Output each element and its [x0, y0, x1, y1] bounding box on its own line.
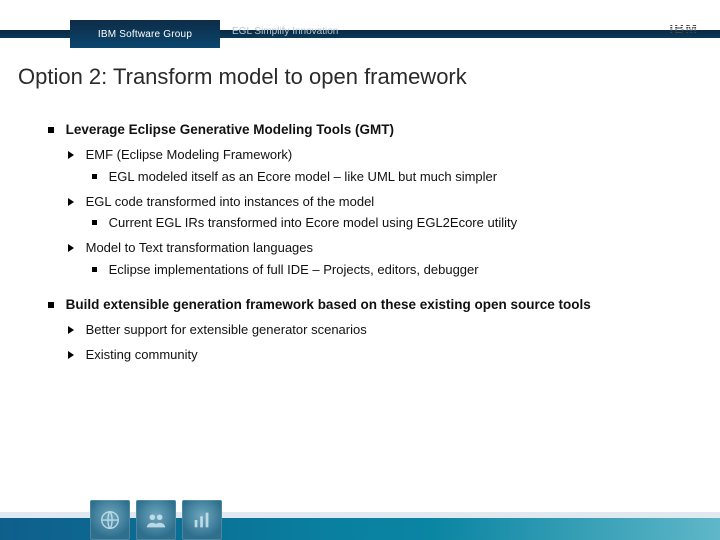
bullet-l2-text: Model to Text transformation languages	[86, 240, 313, 255]
bullet-l3: Current EGL IRs transformed into Ecore m…	[92, 214, 680, 233]
square-bullet-icon	[92, 220, 97, 225]
bullet-l2: EMF (Eclipse Modeling Framework)	[68, 146, 680, 165]
arrow-bullet-icon	[68, 198, 74, 206]
bullet-l2: Existing community	[68, 346, 680, 365]
ibm-logo: IBM	[669, 20, 698, 36]
arrow-bullet-icon	[68, 151, 74, 159]
bullet-l2: Better support for extensible generator …	[68, 321, 680, 340]
bullet-l1: Build extensible generation framework ba…	[48, 295, 680, 315]
header-bar: IBM Software Group EGL Simplify Innovati…	[0, 20, 720, 48]
bullet-l3: Eclipse implementations of full IDE – Pr…	[92, 261, 680, 280]
bullet-l2-text: EMF (Eclipse Modeling Framework)	[86, 147, 293, 162]
bullet-l2: EGL code transformed into instances of t…	[68, 193, 680, 212]
header-subtitle: EGL Simplify Innovation	[232, 26, 338, 37]
slide-content: Leverage Eclipse Generative Modeling Too…	[48, 120, 680, 367]
footer-tile-globe-icon	[90, 500, 130, 540]
bullet-l1-text: Leverage Eclipse Generative Modeling Too…	[66, 122, 394, 137]
square-bullet-icon	[48, 302, 54, 308]
bullet-l2-text: Existing community	[86, 347, 198, 362]
square-bullet-icon	[48, 127, 54, 133]
bullet-l2-text: EGL code transformed into instances of t…	[86, 194, 375, 209]
bullet-l3: EGL modeled itself as an Ecore model – l…	[92, 168, 680, 187]
slide-title: Option 2: Transform model to open framew…	[18, 64, 467, 90]
footer-tile-people-icon	[136, 500, 176, 540]
slide: IBM Software Group EGL Simplify Innovati…	[0, 0, 720, 540]
bullet-l1: Leverage Eclipse Generative Modeling Too…	[48, 120, 680, 140]
square-bullet-icon	[92, 174, 97, 179]
header-group-label: IBM Software Group	[98, 29, 192, 40]
bullet-l3-text: Eclipse implementations of full IDE – Pr…	[109, 262, 479, 277]
footer-tiles	[90, 500, 222, 540]
arrow-bullet-icon	[68, 351, 74, 359]
footer-tile-chart-icon	[182, 500, 222, 540]
arrow-bullet-icon	[68, 244, 74, 252]
bullet-l2-text: Better support for extensible generator …	[86, 322, 367, 337]
bullet-l3-text: EGL modeled itself as an Ecore model – l…	[109, 169, 497, 184]
footer	[0, 488, 720, 540]
bullet-l2: Model to Text transformation languages	[68, 239, 680, 258]
header-label-box: IBM Software Group	[70, 20, 220, 48]
bullet-l3-text: Current EGL IRs transformed into Ecore m…	[109, 215, 517, 230]
arrow-bullet-icon	[68, 326, 74, 334]
square-bullet-icon	[92, 267, 97, 272]
bullet-l1-text: Build extensible generation framework ba…	[66, 297, 591, 312]
